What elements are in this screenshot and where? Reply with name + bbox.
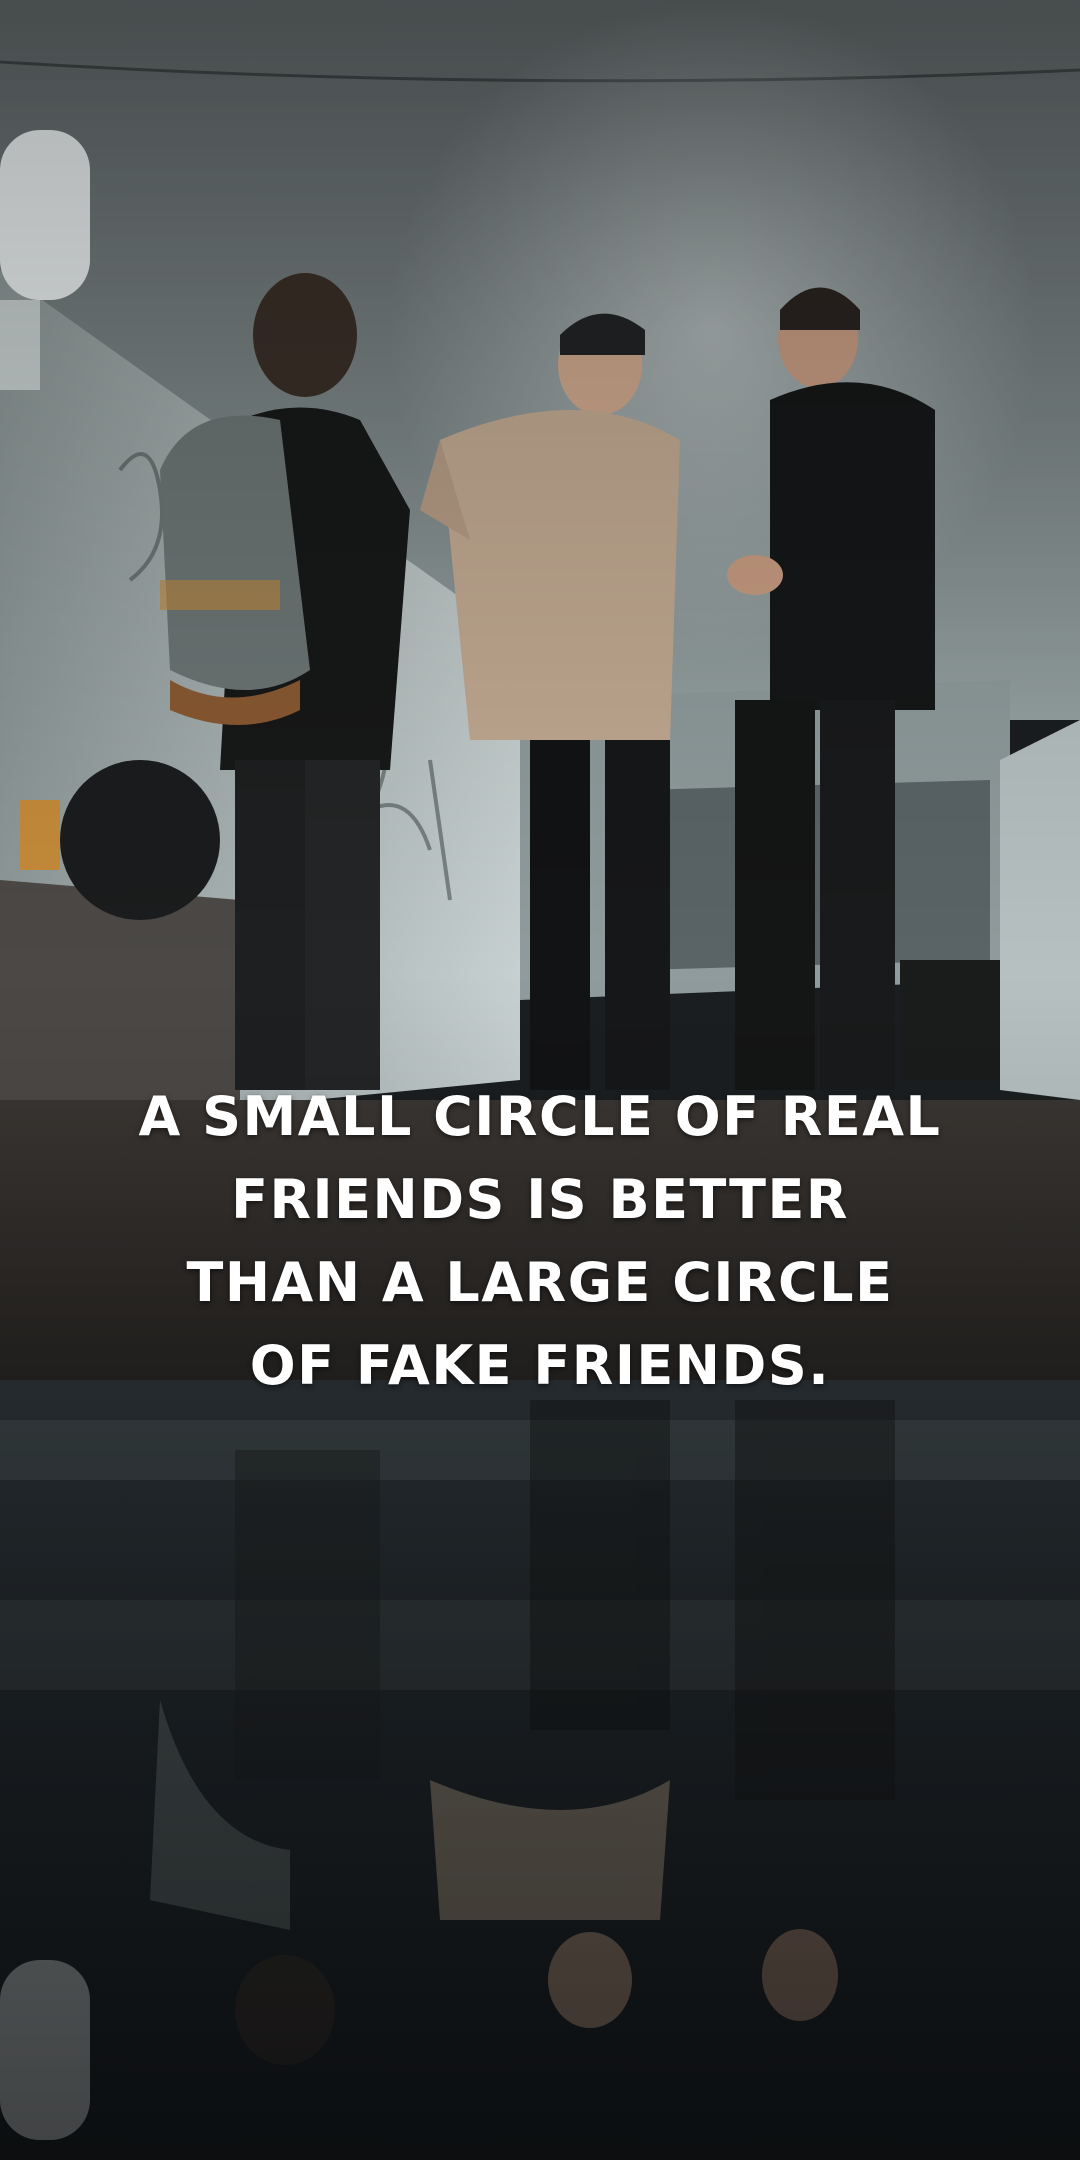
quote-line-1: A SMALL CIRCLE OF REAL xyxy=(138,1085,942,1148)
quote-line-2: FRIENDS IS BETTER xyxy=(231,1168,849,1231)
quote-text: A SMALL CIRCLE OF REAL FRIENDS IS BETTER… xyxy=(0,1075,1080,1407)
wallpaper-scene: A SMALL CIRCLE OF REAL FRIENDS IS BETTER… xyxy=(0,0,1080,2160)
quote-line-4: OF FAKE FRIENDS. xyxy=(249,1334,831,1397)
quote-line-3: THAN A LARGE CIRCLE xyxy=(186,1251,894,1314)
